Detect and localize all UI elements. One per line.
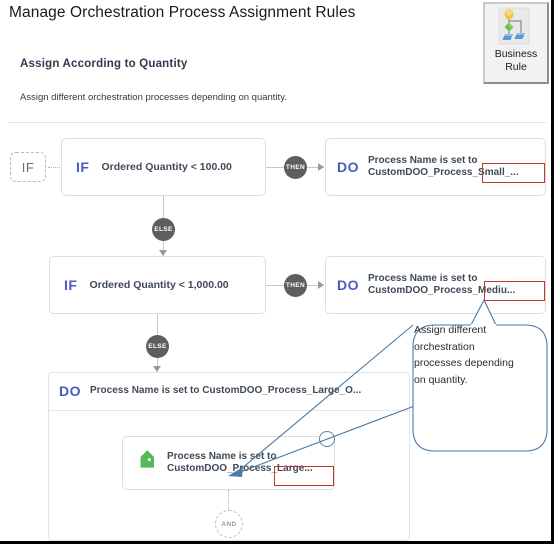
rule1-if-keyword: IF	[76, 159, 90, 175]
and-badge[interactable]: AND	[215, 510, 243, 538]
business-rule-button[interactable]: Business Rule	[483, 2, 549, 84]
rule1-then-badge-label: THEN	[285, 164, 306, 171]
and-badge-label: AND	[221, 520, 237, 528]
callout-text: Assign different orchestration processes…	[414, 324, 514, 386]
rule3-do-keyword: DO	[59, 383, 81, 399]
connector-rule2-to-else2	[157, 314, 158, 335]
connector-rule1-to-else1	[163, 196, 164, 218]
if-entry-chip-label: IF	[21, 159, 35, 175]
rule2-then-badge[interactable]: THEN	[284, 274, 307, 297]
else-badge-2[interactable]: ELSE	[146, 335, 169, 358]
rule2-then-badge-label: THEN	[285, 282, 306, 289]
business-rule-label: Business Rule	[485, 48, 547, 74]
rule2-condition-text: Ordered Quantity < 1,000.00	[89, 279, 229, 291]
rule1-if-node[interactable]: IF Ordered Quantity < 100.00	[61, 138, 266, 196]
rule1-do-keyword: DO	[337, 159, 359, 175]
business-rule-label-line1: Business	[494, 48, 538, 60]
connector-rule2-to-then	[266, 285, 284, 286]
page-title: Manage Orchestration Process Assignment …	[9, 4, 356, 21]
business-rule-tree-icon	[496, 7, 536, 47]
rule-flow-canvas: IF IF Ordered Quantity < 100.00 THEN DO …	[0, 122, 551, 541]
else-badge-1-label: ELSE	[154, 226, 173, 233]
rule1-highlight-box	[482, 163, 545, 183]
connector-chip-to-rule1	[48, 167, 60, 168]
section-subtitle: Assign different orchestration processes…	[20, 92, 287, 103]
else-badge-1[interactable]: ELSE	[152, 218, 175, 241]
rule1-do-line1: Process Name is set to	[368, 154, 478, 166]
rule2-do-line1: Process Name is set to	[368, 272, 478, 284]
rule1-condition-text: Ordered Quantity < 100.00	[101, 161, 232, 173]
section-title: Assign According to Quantity	[20, 58, 188, 70]
screenshot-root: Manage Orchestration Process Assignment …	[0, 0, 554, 544]
connector-rule1-to-then	[266, 167, 284, 168]
else-badge-2-label: ELSE	[148, 343, 167, 350]
rule2-do-keyword: DO	[337, 277, 359, 293]
green-tag-icon	[135, 450, 157, 474]
if-entry-chip[interactable]: IF	[10, 152, 46, 182]
rule1-then-badge[interactable]: THEN	[284, 156, 307, 179]
business-rule-label-line2: Rule	[505, 61, 527, 73]
rule2-if-keyword: IF	[64, 277, 78, 293]
